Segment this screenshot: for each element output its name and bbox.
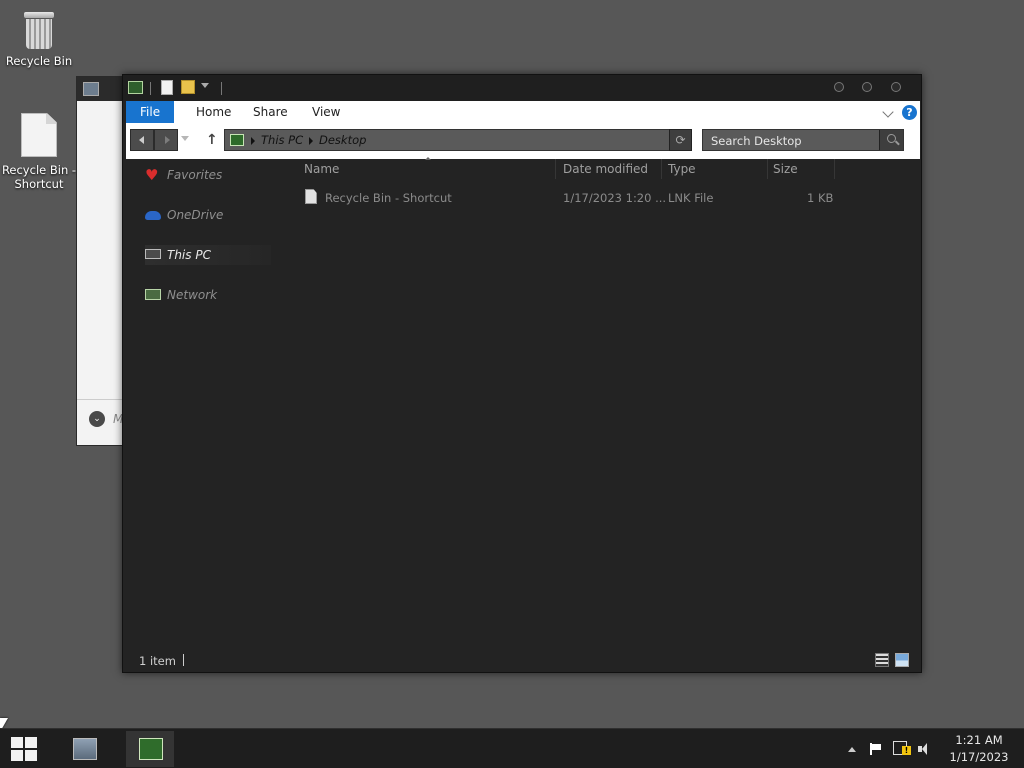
taskbar-app-file-explorer[interactable] xyxy=(126,731,174,767)
column-divider[interactable] xyxy=(767,159,768,179)
details-view-icon[interactable] xyxy=(875,653,889,667)
properties-icon[interactable] xyxy=(161,80,173,95)
divider xyxy=(183,654,184,666)
title-bar[interactable] xyxy=(123,75,921,101)
large-icons-view-icon[interactable] xyxy=(895,653,909,667)
refresh-button[interactable]: ⟳ xyxy=(669,129,692,151)
column-divider[interactable] xyxy=(555,159,556,179)
file-type: LNK File xyxy=(668,191,714,205)
ribbon-tabs: File Home Share View ? xyxy=(126,101,920,123)
divider xyxy=(221,82,222,95)
shortcut-file-icon xyxy=(305,189,317,204)
show-hidden-icons-icon[interactable] xyxy=(848,747,856,752)
action-center-flag-icon[interactable] xyxy=(870,743,882,755)
ribbon: File Home Share View ? ↑ This PC Desktop xyxy=(126,101,920,159)
search-icon[interactable] xyxy=(879,130,903,150)
nav-item-onedrive[interactable]: OneDrive xyxy=(145,205,271,225)
taskbar: 1:21 AM 1/17/2023 xyxy=(0,728,1024,768)
desktop-icon-recycle-bin[interactable]: Recycle Bin xyxy=(1,10,77,68)
network-icon xyxy=(145,289,161,300)
navigation-bar: ↑ This PC Desktop ⟳ Search Desktop xyxy=(126,123,920,159)
tab-file[interactable]: File xyxy=(126,101,175,123)
breadcrumb-desktop[interactable]: Desktop xyxy=(319,133,366,147)
desktop-icon-label: Recycle Bin xyxy=(5,54,73,68)
recycle-bin-icon xyxy=(22,10,56,50)
column-header-name[interactable]: Name xyxy=(304,162,339,176)
item-count: 1 item xyxy=(139,654,176,668)
desktop-icon-label: Recycle Bin - Shortcut xyxy=(1,163,77,191)
explorer-icon xyxy=(139,738,163,760)
up-arrow-icon[interactable]: ↑ xyxy=(206,132,218,148)
customize-quick-access-dropdown[interactable] xyxy=(201,83,209,88)
search-box[interactable]: Search Desktop xyxy=(702,129,904,151)
file-size: 1 KB xyxy=(807,191,834,205)
nav-item-label: Favorites xyxy=(167,168,223,182)
taskbar-app-resource-monitor[interactable] xyxy=(60,731,108,767)
column-header-date-modified[interactable]: Date modified xyxy=(563,162,648,176)
breadcrumb-arrow-icon[interactable] xyxy=(309,137,313,145)
breadcrumb-arrow-icon[interactable] xyxy=(251,137,255,145)
nav-item-label: OneDrive xyxy=(167,208,224,222)
table-row[interactable]: Recycle Bin - Shortcut 1/17/2023 1:20 ..… xyxy=(297,187,837,209)
network-warning-icon[interactable] xyxy=(893,741,911,755)
explorer-window: File Home Share View ? ↑ This PC Desktop xyxy=(122,74,922,673)
monitor-icon xyxy=(145,249,161,259)
system-clock[interactable]: 1:21 AM 1/17/2023 xyxy=(940,732,1018,766)
cloud-icon xyxy=(145,211,161,220)
divider xyxy=(150,82,151,95)
address-bar[interactable]: This PC Desktop xyxy=(224,129,692,151)
forward-button[interactable] xyxy=(154,129,178,151)
status-bar: 1 item xyxy=(123,649,921,673)
nav-item-favorites[interactable]: ♥ Favorites xyxy=(145,165,271,185)
volume-icon[interactable] xyxy=(918,742,932,756)
sort-indicator-icon xyxy=(425,157,431,160)
content-area: ♥ Favorites OneDrive This PC Network Nam… xyxy=(123,157,921,649)
explorer-icon[interactable] xyxy=(128,81,143,94)
clock-date: 1/17/2023 xyxy=(949,750,1009,764)
column-divider[interactable] xyxy=(834,159,835,179)
column-header-size[interactable]: Size xyxy=(773,162,798,176)
column-divider[interactable] xyxy=(661,159,662,179)
new-folder-icon[interactable] xyxy=(181,80,195,94)
nav-item-label: This PC xyxy=(167,248,211,262)
start-button[interactable] xyxy=(11,737,39,761)
resource-monitor-icon xyxy=(83,82,99,96)
tab-home[interactable]: Home xyxy=(182,101,245,123)
shortcut-file-icon xyxy=(21,113,57,157)
maximize-button[interactable] xyxy=(862,82,872,92)
nav-item-label: Network xyxy=(167,288,218,302)
heart-icon: ♥ xyxy=(145,166,159,184)
tab-view[interactable]: View xyxy=(298,101,354,123)
forward-arrow-icon xyxy=(165,136,170,144)
file-date-modified: 1/17/2023 1:20 ... xyxy=(563,191,667,205)
breadcrumb-this-pc[interactable]: This PC xyxy=(261,133,303,147)
resource-monitor-icon xyxy=(73,738,97,760)
close-button[interactable] xyxy=(891,82,901,92)
nav-item-network[interactable]: Network xyxy=(145,285,271,305)
expand-ribbon-icon[interactable] xyxy=(882,106,894,118)
tab-share[interactable]: Share xyxy=(239,101,302,123)
clock-time: 1:21 AM xyxy=(955,733,1003,747)
nav-item-this-pc[interactable]: This PC xyxy=(145,245,271,265)
back-arrow-icon xyxy=(139,136,144,144)
file-name: Recycle Bin - Shortcut xyxy=(325,191,452,205)
chevron-down-icon[interactable]: ⌄ xyxy=(89,411,105,427)
desktop: Recycle Bin Recycle Bin - Shortcut ⌄ M F… xyxy=(0,0,1024,732)
back-button[interactable] xyxy=(130,129,154,151)
minimize-button[interactable] xyxy=(834,82,844,92)
search-input[interactable]: Search Desktop xyxy=(711,134,802,148)
column-header-type[interactable]: Type xyxy=(668,162,696,176)
this-pc-icon xyxy=(230,134,244,146)
desktop-icon-recycle-bin-shortcut[interactable]: Recycle Bin - Shortcut xyxy=(1,113,77,191)
recent-locations-dropdown[interactable] xyxy=(181,136,189,141)
help-icon[interactable]: ? xyxy=(902,105,917,120)
